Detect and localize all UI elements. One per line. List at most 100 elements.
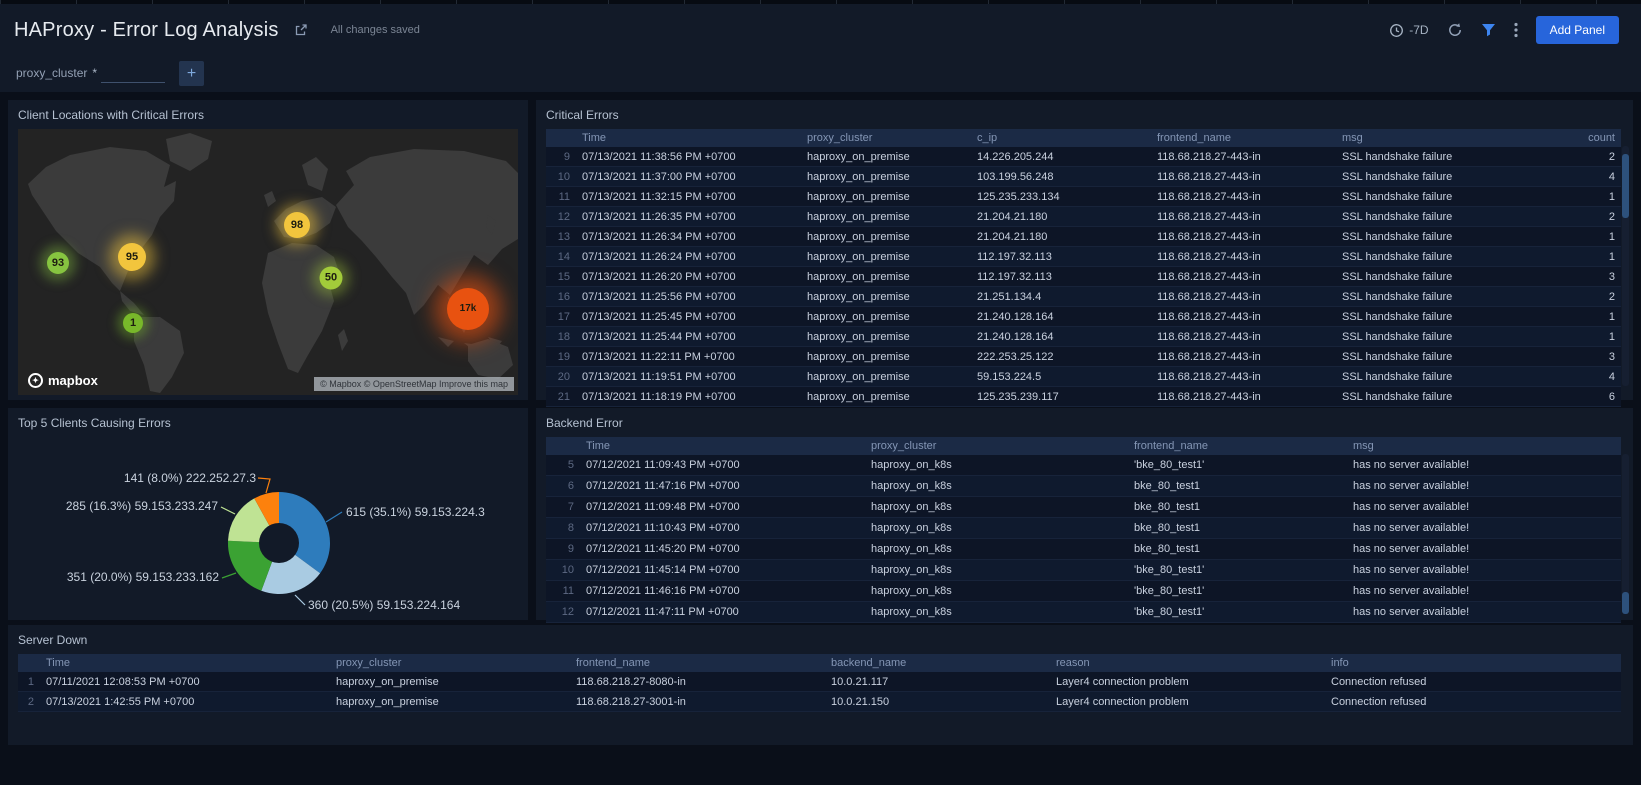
cell: 1 xyxy=(1533,307,1621,327)
cell: bke_80_test1 xyxy=(1128,476,1347,497)
cell: 07/12/2021 11:47:16 PM +0700 xyxy=(580,476,865,497)
scrollbar-thumb[interactable] xyxy=(1622,154,1629,218)
column-header[interactable]: reason xyxy=(1050,654,1325,672)
cell: 07/13/2021 11:25:45 PM +0700 xyxy=(576,307,801,327)
cell: 14.226.205.244 xyxy=(971,147,1151,167)
row-number: 10 xyxy=(546,167,576,187)
map-bubble[interactable]: 98 xyxy=(284,212,310,238)
time-range-button[interactable]: -7D xyxy=(1389,23,1428,38)
table-row[interactable]: 2107/13/2021 11:18:19 PM +0700haproxy_on… xyxy=(546,387,1621,407)
column-header[interactable]: Time xyxy=(576,129,801,147)
row-number: 16 xyxy=(546,287,576,307)
table-row[interactable]: 1207/12/2021 11:47:11 PM +0700haproxy_on… xyxy=(546,602,1621,623)
map-attribution[interactable]: © Mapbox © OpenStreetMap Improve this ma… xyxy=(314,377,514,391)
row-number: 18 xyxy=(546,327,576,347)
pie-label: 615 (35.1%) 59.153.224.3 xyxy=(346,505,485,519)
map-bubble[interactable]: 95 xyxy=(118,243,146,271)
more-menu-button[interactable] xyxy=(1514,22,1518,38)
cell: 10.0.21.150 xyxy=(825,692,1050,712)
table-row[interactable]: 1307/13/2021 11:26:34 PM +0700haproxy_on… xyxy=(546,227,1621,247)
column-header[interactable]: count xyxy=(1533,129,1621,147)
map-bubble[interactable]: 93 xyxy=(47,252,69,274)
cell: SSL handshake failure xyxy=(1336,167,1533,187)
time-range-label: -7D xyxy=(1409,23,1428,37)
clock-icon xyxy=(1389,23,1404,38)
table-row[interactable]: 1807/13/2021 11:25:44 PM +0700haproxy_on… xyxy=(546,327,1621,347)
scrollbar-track[interactable] xyxy=(1622,454,1629,614)
column-header[interactable]: frontend_name xyxy=(570,654,825,672)
refresh-button[interactable] xyxy=(1447,22,1463,38)
table-row[interactable]: 1007/13/2021 11:37:00 PM +0700haproxy_on… xyxy=(546,167,1621,187)
map-bubble[interactable]: 50 xyxy=(320,266,343,289)
table-row[interactable]: 1107/12/2021 11:46:16 PM +0700haproxy_on… xyxy=(546,581,1621,602)
column-header[interactable]: backend_name xyxy=(825,654,1050,672)
column-header[interactable]: info xyxy=(1325,654,1621,672)
scrollbar-thumb[interactable] xyxy=(1622,592,1629,614)
table-row[interactable]: 107/11/2021 12:08:53 PM +0700haproxy_on_… xyxy=(18,672,1621,692)
cell: Connection refused xyxy=(1325,692,1621,712)
table-row[interactable]: 1407/13/2021 11:26:24 PM +0700haproxy_on… xyxy=(546,247,1621,267)
page-title: HAProxy - Error Log Analysis xyxy=(14,19,279,42)
table-row[interactable]: 1207/13/2021 11:26:35 PM +0700haproxy_on… xyxy=(546,207,1621,227)
column-header[interactable] xyxy=(546,129,576,147)
scrollbar-track[interactable] xyxy=(1622,146,1629,386)
column-header[interactable]: proxy_cluster xyxy=(865,437,1128,455)
row-number: 20 xyxy=(546,367,576,387)
world-map[interactable]: ✦ mapbox © Mapbox © OpenStreetMap Improv… xyxy=(18,129,518,395)
map-bubble[interactable]: 1 xyxy=(123,313,143,333)
column-header[interactable]: frontend_name xyxy=(1128,437,1347,455)
table-row[interactable]: 207/13/2021 1:42:55 PM +0700haproxy_on_p… xyxy=(18,692,1621,712)
panel-title: Client Locations with Critical Errors xyxy=(8,100,528,129)
table-row[interactable]: 1607/13/2021 11:25:56 PM +0700haproxy_on… xyxy=(546,287,1621,307)
cell: 07/13/2021 11:26:20 PM +0700 xyxy=(576,267,801,287)
cell: 118.68.218.27-443-in xyxy=(1151,187,1336,207)
cell: 07/12/2021 11:46:16 PM +0700 xyxy=(580,581,865,602)
cell: 1 xyxy=(1533,187,1621,207)
share-icon[interactable] xyxy=(293,22,309,38)
cell: 4 xyxy=(1533,367,1621,387)
column-header[interactable] xyxy=(18,654,40,672)
column-header[interactable] xyxy=(546,437,580,455)
table-row[interactable]: 1907/13/2021 11:22:11 PM +0700haproxy_on… xyxy=(546,347,1621,367)
cell: 07/13/2021 11:25:44 PM +0700 xyxy=(576,327,801,347)
filter-value-input[interactable] xyxy=(101,64,165,83)
critical-errors-table: Timeproxy_clusterc_ipfrontend_namemsgcou… xyxy=(536,129,1633,407)
row-number: 7 xyxy=(546,497,580,518)
column-header[interactable]: msg xyxy=(1347,437,1621,455)
cell: Layer4 connection problem xyxy=(1050,672,1325,692)
add-filter-button[interactable]: + xyxy=(179,61,204,86)
table-row[interactable]: 507/12/2021 11:09:43 PM +0700haproxy_on_… xyxy=(546,455,1621,476)
cell: 21.251.134.4 xyxy=(971,287,1151,307)
cell: 07/12/2021 11:09:48 PM +0700 xyxy=(580,497,865,518)
table-row[interactable]: 907/12/2021 11:45:20 PM +0700haproxy_on_… xyxy=(546,539,1621,560)
mapbox-logo[interactable]: ✦ mapbox xyxy=(28,373,98,388)
table-row[interactable]: 807/12/2021 11:10:43 PM +0700haproxy_on_… xyxy=(546,518,1621,539)
table-row[interactable]: 1707/13/2021 11:25:45 PM +0700haproxy_on… xyxy=(546,307,1621,327)
cell: haproxy_on_premise xyxy=(801,287,971,307)
pie-leader-line xyxy=(221,507,235,514)
cell: 222.253.25.122 xyxy=(971,347,1151,367)
column-header[interactable]: proxy_cluster xyxy=(801,129,971,147)
table-row[interactable]: 907/13/2021 11:38:56 PM +0700haproxy_on_… xyxy=(546,147,1621,167)
column-header[interactable]: Time xyxy=(580,437,865,455)
map-bubble[interactable]: 17k xyxy=(447,288,489,330)
column-header[interactable]: frontend_name xyxy=(1151,129,1336,147)
column-header[interactable]: msg xyxy=(1336,129,1533,147)
table-row[interactable]: 1107/13/2021 11:32:15 PM +0700haproxy_on… xyxy=(546,187,1621,207)
column-header[interactable]: c_ip xyxy=(971,129,1151,147)
column-header[interactable]: proxy_cluster xyxy=(330,654,570,672)
cell: has no server available! xyxy=(1347,518,1621,539)
column-header[interactable]: Time xyxy=(40,654,330,672)
add-panel-button[interactable]: Add Panel xyxy=(1536,16,1619,44)
cell: SSL handshake failure xyxy=(1336,187,1533,207)
table-row[interactable]: 2007/13/2021 11:19:51 PM +0700haproxy_on… xyxy=(546,367,1621,387)
table-row[interactable]: 707/12/2021 11:09:48 PM +0700haproxy_on_… xyxy=(546,497,1621,518)
cell: 07/12/2021 11:09:43 PM +0700 xyxy=(580,455,865,476)
table-row[interactable]: 1507/13/2021 11:26:20 PM +0700haproxy_on… xyxy=(546,267,1621,287)
filter-button[interactable] xyxy=(1481,23,1496,37)
table-row[interactable]: 607/12/2021 11:47:16 PM +0700haproxy_on_… xyxy=(546,476,1621,497)
table-row[interactable]: 1007/12/2021 11:45:14 PM +0700haproxy_on… xyxy=(546,560,1621,581)
cell: 118.68.218.27-443-in xyxy=(1151,207,1336,227)
row-number: 12 xyxy=(546,207,576,227)
filter-funnel-icon xyxy=(1481,23,1496,37)
